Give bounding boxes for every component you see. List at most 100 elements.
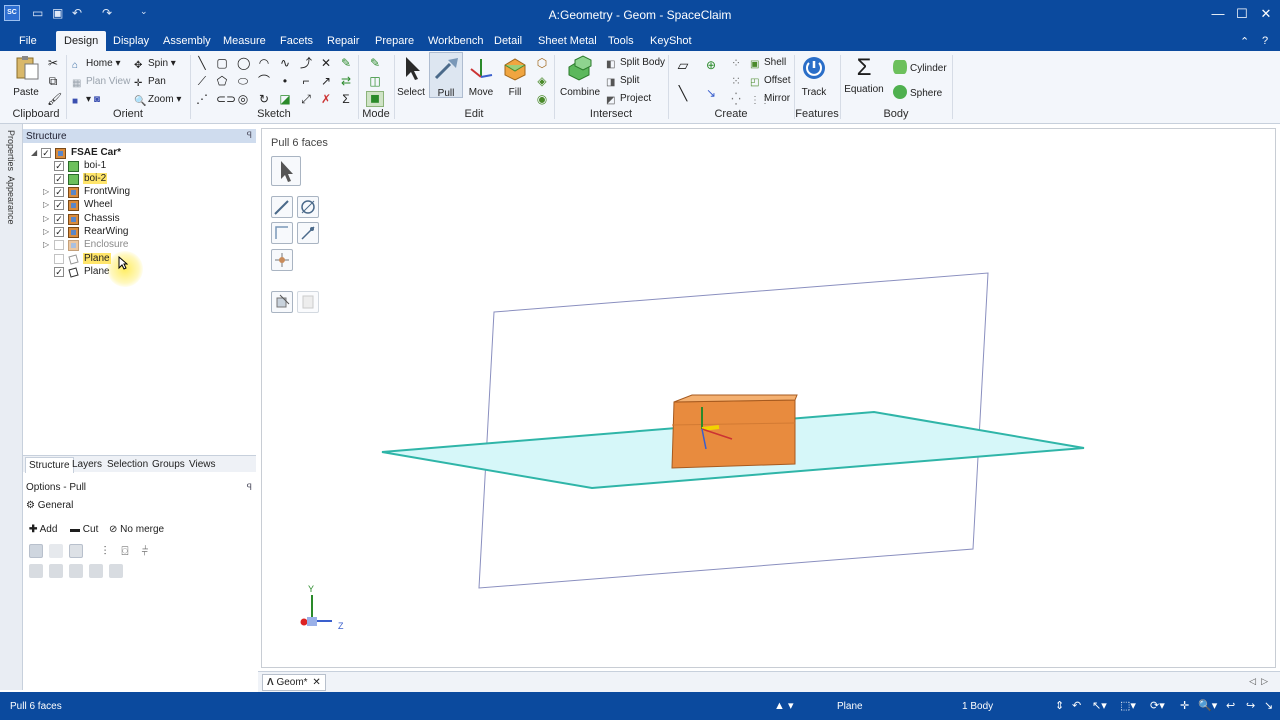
fill-button[interactable]: Fill — [500, 55, 530, 98]
copy-icon[interactable]: ⧉ — [47, 75, 59, 87]
expand-icon[interactable]: ▷ — [43, 200, 51, 209]
sketch-mode-icon[interactable]: ✎ — [369, 57, 381, 69]
properties-tab[interactable]: Properties — [6, 130, 16, 171]
menu-file[interactable]: File — [19, 35, 37, 47]
minimize-button[interactable]: — — [1206, 4, 1230, 24]
equation-button[interactable]: Σ Equation — [844, 55, 884, 96]
combine-button[interactable]: Combine — [558, 55, 602, 98]
spin-button[interactable]: ✥ Spin ▾ — [134, 58, 176, 71]
no-merge-option[interactable]: ⊘ No merge — [109, 524, 164, 535]
expand-icon[interactable]: ▷ — [43, 240, 51, 249]
pull-option-9-icon[interactable] — [69, 564, 83, 578]
pin-icon[interactable]: ꟼ — [247, 130, 252, 141]
pull-option-3-icon[interactable] — [69, 544, 83, 558]
pan-button[interactable]: ✛ Pan — [134, 76, 166, 89]
root-checkbox[interactable]: ✓ — [41, 148, 51, 158]
scroll-left-icon[interactable]: ◁ — [1249, 676, 1256, 687]
tree-row[interactable]: ▷ ✓ FrontWing — [23, 186, 253, 199]
cut-icon[interactable]: ✂ — [47, 57, 59, 69]
visibility-checkbox[interactable]: ✓ — [54, 227, 64, 237]
tangent-line-icon[interactable]: ⟋ — [196, 75, 208, 87]
split-line-icon[interactable]: ✗ — [320, 93, 332, 105]
pull-button[interactable]: Pull — [429, 52, 463, 99]
arc-tool-icon[interactable]: ◠ — [258, 57, 270, 69]
visibility-checkbox[interactable]: ✓ — [54, 200, 64, 210]
ring-tool-icon[interactable]: ◎ — [237, 93, 249, 105]
add-option[interactable]: ✚ Add — [29, 524, 57, 535]
polygon-tool-icon[interactable]: ⬠ — [216, 75, 228, 87]
tree-row[interactable]: ▷ Enclosure — [23, 239, 253, 252]
menu-design[interactable]: Design — [56, 31, 107, 51]
menu-display[interactable]: Display — [113, 35, 149, 47]
menu-assembly[interactable]: Assembly — [163, 35, 211, 47]
pattern-icon-2[interactable]: ⁙ — [730, 75, 742, 87]
tab-views[interactable]: Views — [189, 459, 216, 470]
extend-icon[interactable]: ↗ — [320, 75, 332, 87]
select-mode-icon[interactable]: ⇕ — [1055, 699, 1064, 712]
doc-tab-geom[interactable]: Λ Geom* ✕ — [262, 674, 326, 691]
cylinder-button[interactable]: Cylinder — [893, 60, 947, 74]
close-button[interactable]: ✕ — [1254, 4, 1278, 24]
help-icon[interactable]: ? — [1262, 35, 1268, 47]
axis-tool-icon[interactable]: ╲ — [677, 86, 689, 100]
menu-facets[interactable]: Facets — [280, 35, 313, 47]
spin-view-icon[interactable]: ⟳▾ — [1150, 699, 1165, 712]
pull-option-8-icon[interactable] — [49, 564, 63, 578]
sphere-button[interactable]: Sphere — [893, 85, 942, 99]
tab-selection[interactable]: Selection — [107, 459, 148, 470]
expand-icon[interactable]: ▷ — [43, 214, 51, 223]
tree-row[interactable]: ▷ ✓ RearWing — [23, 226, 253, 239]
select-button[interactable]: Select — [396, 55, 426, 98]
mirror-button[interactable]: ⋮⋮Mirror — [750, 93, 790, 106]
move-grid-icon[interactable]: ⇄ — [340, 75, 352, 87]
tree-row[interactable]: ✓ boi-2 — [23, 173, 253, 186]
pull-option-4-icon[interactable]: ⫶ — [99, 545, 111, 557]
menu-detail[interactable]: Detail — [494, 35, 522, 47]
menu-workbench[interactable]: Workbench — [428, 35, 483, 47]
format-painter-icon[interactable]: 🖌 — [47, 93, 62, 105]
pull-option-11-icon[interactable] — [109, 564, 123, 578]
pull-option-6-icon[interactable]: ⫩ — [139, 545, 151, 557]
collapse-icon[interactable]: ◢ — [31, 148, 39, 157]
tab-groups[interactable]: Groups — [152, 459, 185, 470]
menu-sheet-metal[interactable]: Sheet Metal — [538, 35, 597, 47]
expand-icon[interactable]: ▷ — [43, 227, 51, 236]
offset-button[interactable]: ◰ Offset — [750, 75, 791, 88]
cut-option[interactable]: ▬ Cut — [70, 524, 98, 535]
edit-tool-icon-2[interactable]: ◈ — [536, 75, 548, 87]
sweep-arc-icon[interactable]: ↻ — [258, 93, 270, 105]
pull-option-2-icon[interactable] — [49, 544, 63, 558]
trim-icon[interactable]: ✕ — [320, 57, 332, 69]
track-button[interactable]: Track — [798, 55, 830, 98]
pull-option-10-icon[interactable] — [89, 564, 103, 578]
origin-icon[interactable]: ⊕ — [705, 59, 717, 71]
visibility-checkbox[interactable]: ✓ — [54, 161, 64, 171]
pattern-icon-3[interactable]: ⁛ — [730, 93, 742, 105]
ellipse-tool-icon[interactable]: ⬭ — [237, 75, 249, 87]
tree-row[interactable]: ✓ boi-1 — [23, 160, 253, 173]
section-mode-icon[interactable]: ◫ — [369, 75, 381, 87]
3d-mode-icon[interactable]: ◼ — [366, 91, 384, 107]
orient-extra-button[interactable]: ■ ▾ ◙ — [72, 94, 100, 107]
filter-triangle-icon[interactable]: ▲ ▾ — [774, 699, 793, 712]
edit-tool-icon-1[interactable]: ⬡ — [536, 57, 548, 69]
edit-tool-icon-3[interactable]: ◉ — [536, 93, 548, 105]
pointer-icon[interactable]: ↖▾ — [1092, 699, 1107, 712]
equation-sketch-icon[interactable]: Σ — [340, 93, 352, 105]
tree-row-root[interactable]: ◢ ✓ FSAE Car* — [23, 147, 253, 160]
point-tool-icon[interactable]: • — [279, 75, 291, 87]
previous-view-icon[interactable]: ↩ — [1226, 699, 1235, 712]
split-button[interactable]: ◨ Split — [606, 75, 639, 88]
undo-view-icon[interactable]: ↶ — [1072, 699, 1081, 712]
visibility-checkbox[interactable]: ✓ — [54, 267, 64, 277]
general-section[interactable]: ⚙ General — [26, 500, 73, 511]
next-view-icon[interactable]: ↪ — [1246, 699, 1255, 712]
pull-option-5-icon[interactable]: ⌼ — [119, 545, 131, 557]
pan-view-icon[interactable]: ✛ — [1180, 699, 1189, 712]
menu-prepare[interactable]: Prepare — [375, 35, 414, 47]
view-options-icon[interactable]: ↘ — [1264, 699, 1273, 712]
zoom-button[interactable]: 🔍 Zoom ▾ — [134, 94, 181, 107]
3d-viewport[interactable]: Pull 6 faces Y Z — [261, 128, 1276, 668]
construction-line-icon[interactable]: ⋰ — [196, 93, 208, 105]
point-create-icon[interactable]: ↘ — [705, 87, 717, 99]
